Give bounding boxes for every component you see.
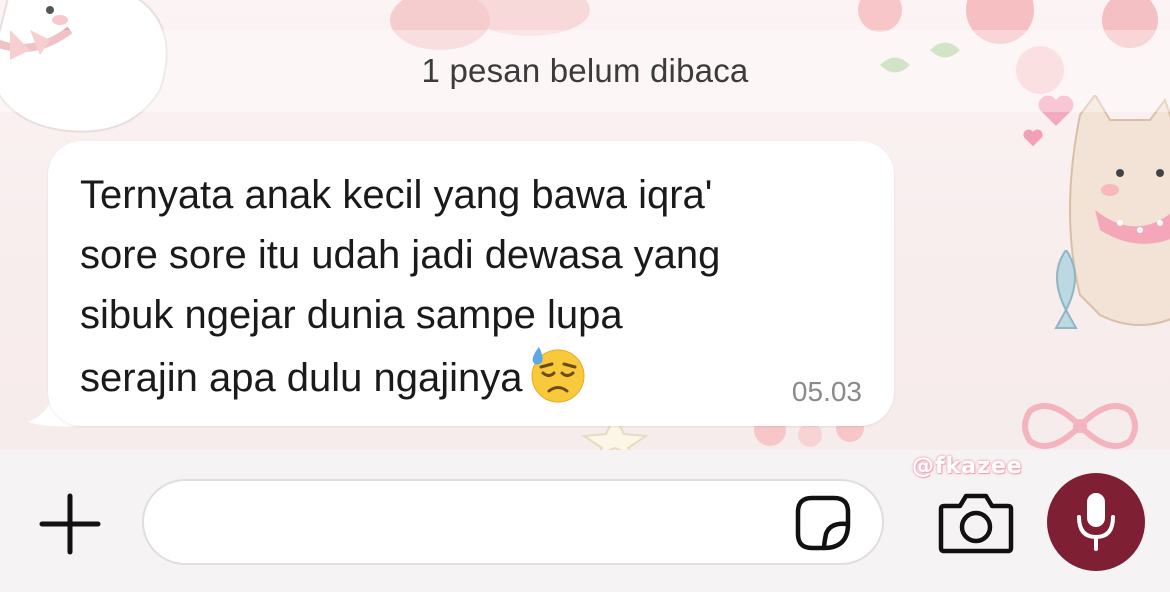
camera-icon[interactable] bbox=[938, 492, 1014, 554]
incoming-message-bubble[interactable]: Ternyata anak kecil yang bawa iqra' sore… bbox=[48, 141, 894, 426]
microphone-icon bbox=[1077, 493, 1115, 551]
sticker-icon[interactable] bbox=[794, 494, 852, 552]
unread-messages-banner: 1 pesan belum dibaca bbox=[0, 30, 1170, 112]
plus-icon[interactable] bbox=[38, 492, 102, 556]
fish-decoration bbox=[1054, 250, 1078, 329]
message-timestamp: 05.03 bbox=[791, 376, 862, 407]
message-body: Ternyata anak kecil yang bawa iqra' sore… bbox=[80, 165, 870, 420]
message-text: Ternyata anak kecil yang bawa iqra' sore… bbox=[80, 173, 721, 400]
bow-decoration bbox=[1022, 403, 1138, 449]
unread-messages-label: 1 pesan belum dibaca bbox=[421, 52, 749, 89]
message-input[interactable] bbox=[142, 479, 884, 565]
downcast-face-with-sweat-icon bbox=[529, 345, 587, 420]
watermark-handle: @fkazee bbox=[912, 454, 1023, 479]
microphone-button[interactable] bbox=[1047, 473, 1145, 571]
